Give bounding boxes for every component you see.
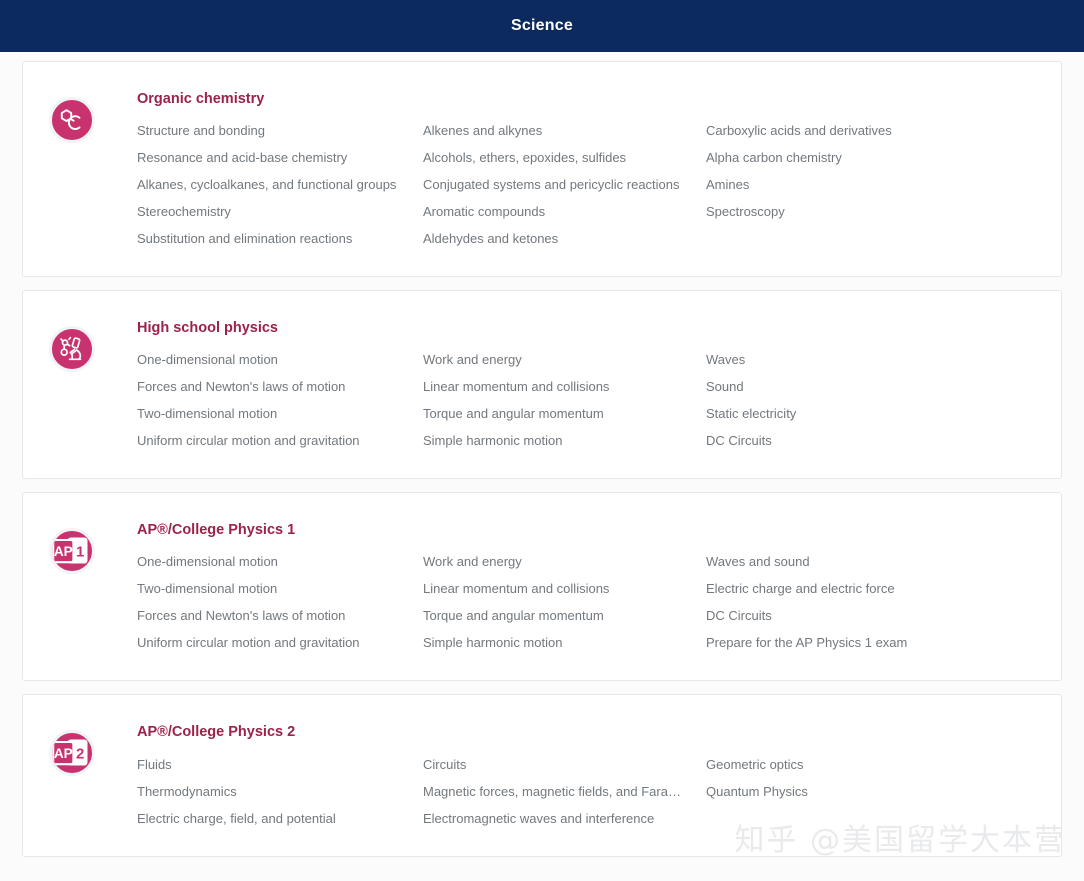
course-card-body: AP®/College Physics 1 One-dimensional mot… [137,521,1035,656]
course-title-link[interactable]: AP®/College Physics 1 [137,521,1035,539]
topic-link[interactable]: Carboxylic acids and derivatives [706,117,1035,144]
course-card: High school physics One-dimensional motio… [22,290,1062,480]
svg-text:1: 1 [76,544,84,561]
ap-exam-icon[interactable]: AP 1 [49,528,95,575]
topic-link[interactable]: Two-dimensional motion [137,575,423,602]
microscope-icon[interactable] [49,326,95,373]
svg-text:AP: AP [54,747,73,762]
topic-link[interactable]: Electric charge and electric force [706,575,1035,602]
topic-link[interactable]: Spectroscopy [706,198,1035,225]
course-icon-container [49,319,137,373]
topic-column: Waves and sound Electric charge and elect… [706,548,1035,656]
topic-link[interactable]: Electromagnetic waves and interference [423,805,706,832]
course-title-link[interactable]: Organic chemistry [137,90,1035,108]
topic-link[interactable]: Alkenes and alkynes [423,117,706,144]
topic-link[interactable]: Substitution and elimination reactions [137,225,423,252]
topic-link[interactable]: Fluids [137,751,423,778]
topic-link[interactable]: Work and energy [423,548,706,575]
svg-text:2: 2 [76,746,84,763]
topic-column: One-dimensional motion Two-dimensional mo… [137,548,423,656]
course-card: AP 2 AP®/College Physics 2 Fluids Thermody… [22,694,1062,857]
topic-link[interactable]: Thermodynamics [137,778,423,805]
course-card-body: High school physics One-dimensional motio… [137,319,1035,454]
topic-grid: One-dimensional motion Forces and Newton'… [137,346,1035,454]
topic-link[interactable]: Aromatic compounds [423,198,706,225]
topic-link[interactable]: Waves [706,346,1035,373]
topic-link[interactable]: Uniform circular motion and gravitation [137,427,423,454]
topic-link[interactable]: DC Circuits [706,427,1035,454]
topic-link[interactable]: DC Circuits [706,602,1035,629]
topic-link[interactable]: Torque and angular momentum [423,602,706,629]
page-header-bar: Science [0,0,1084,52]
topic-link[interactable]: Electric charge, field, and potential [137,805,423,832]
topic-link[interactable]: Alcohols, ethers, epoxides, sulfides [423,144,706,171]
topic-link[interactable]: Torque and angular momentum [423,400,706,427]
topic-link[interactable]: Simple harmonic motion [423,427,706,454]
topic-link[interactable]: Magnetic forces, magnetic fields, and Fa… [423,778,706,805]
topic-link[interactable]: Prepare for the AP Physics 1 exam [706,629,1035,656]
course-title-link[interactable]: High school physics [137,319,1035,337]
topic-link[interactable]: Waves and sound [706,548,1035,575]
topic-link[interactable]: Quantum Physics [706,778,1035,805]
course-card: Organic chemistry Structure and bonding Re… [22,61,1062,278]
topic-link[interactable]: Stereochemistry [137,198,423,225]
topic-link[interactable]: Static electricity [706,400,1035,427]
topic-link[interactable]: Two-dimensional motion [137,400,423,427]
topic-column: Waves Sound Static electricity DC Circuits [706,346,1035,454]
topic-column: Circuits Magnetic forces, magnetic fields… [423,751,706,832]
topic-link[interactable]: Sound [706,373,1035,400]
topic-link[interactable]: Simple harmonic motion [423,629,706,656]
page-canvas: Organic chemistry Structure and bonding Re… [0,52,1084,881]
course-card: AP 1 AP®/College Physics 1 One-dimensiona… [22,492,1062,682]
topic-link[interactable]: Forces and Newton's laws of motion [137,602,423,629]
topic-column: Geometric optics Quantum Physics [706,751,1035,832]
topic-link[interactable]: Geometric optics [706,751,1035,778]
topic-column: Fluids Thermodynamics Electric charge, fie… [137,751,423,832]
topic-link[interactable]: Forces and Newton's laws of motion [137,373,423,400]
topic-link[interactable]: Work and energy [423,346,706,373]
topic-link[interactable]: Linear momentum and collisions [423,575,706,602]
topic-link[interactable]: Aldehydes and ketones [423,225,706,252]
svg-text:AP: AP [54,544,73,559]
topic-link[interactable]: Linear momentum and collisions [423,373,706,400]
course-icon-container [49,90,137,143]
course-card-body: AP®/College Physics 2 Fluids Thermodynamic… [137,723,1035,831]
course-card-list: Organic chemistry Structure and bonding Re… [0,52,1084,857]
course-title-link[interactable]: AP®/College Physics 2 [137,723,1035,741]
topic-link[interactable]: Alpha carbon chemistry [706,144,1035,171]
topic-link[interactable]: Conjugated systems and pericyclic reacti… [423,171,706,198]
course-icon-container: AP 1 [49,521,137,575]
topic-column: Carboxylic acids and derivatives Alpha ca… [706,117,1035,252]
topic-link[interactable]: Circuits [423,751,706,778]
topic-link[interactable]: One-dimensional motion [137,346,423,373]
topic-grid: One-dimensional motion Two-dimensional mo… [137,548,1035,656]
topic-link[interactable]: Structure and bonding [137,117,423,144]
topic-grid: Structure and bonding Resonance and acid-… [137,117,1035,252]
topic-link[interactable]: Resonance and acid-base chemistry [137,144,423,171]
topic-link[interactable]: Uniform circular motion and gravitation [137,629,423,656]
topic-column: One-dimensional motion Forces and Newton'… [137,346,423,454]
hexagon-molecule-icon[interactable] [49,97,95,143]
topic-link[interactable]: Amines [706,171,1035,198]
topic-column: Alkenes and alkynes Alcohols, ethers, epo… [423,117,706,252]
topic-column: Work and energy Linear momentum and colli… [423,346,706,454]
course-card-body: Organic chemistry Structure and bonding Re… [137,90,1035,252]
topic-grid: Fluids Thermodynamics Electric charge, fie… [137,751,1035,832]
topic-column: Work and energy Linear momentum and colli… [423,548,706,656]
topic-column: Structure and bonding Resonance and acid-… [137,117,423,252]
page-title: Science [511,17,573,34]
ap-exam-icon[interactable]: AP 2 [49,730,95,777]
course-icon-container: AP 2 [49,723,137,777]
topic-link[interactable]: One-dimensional motion [137,548,423,575]
topic-link[interactable]: Alkanes, cycloalkanes, and functional gr… [137,171,423,198]
